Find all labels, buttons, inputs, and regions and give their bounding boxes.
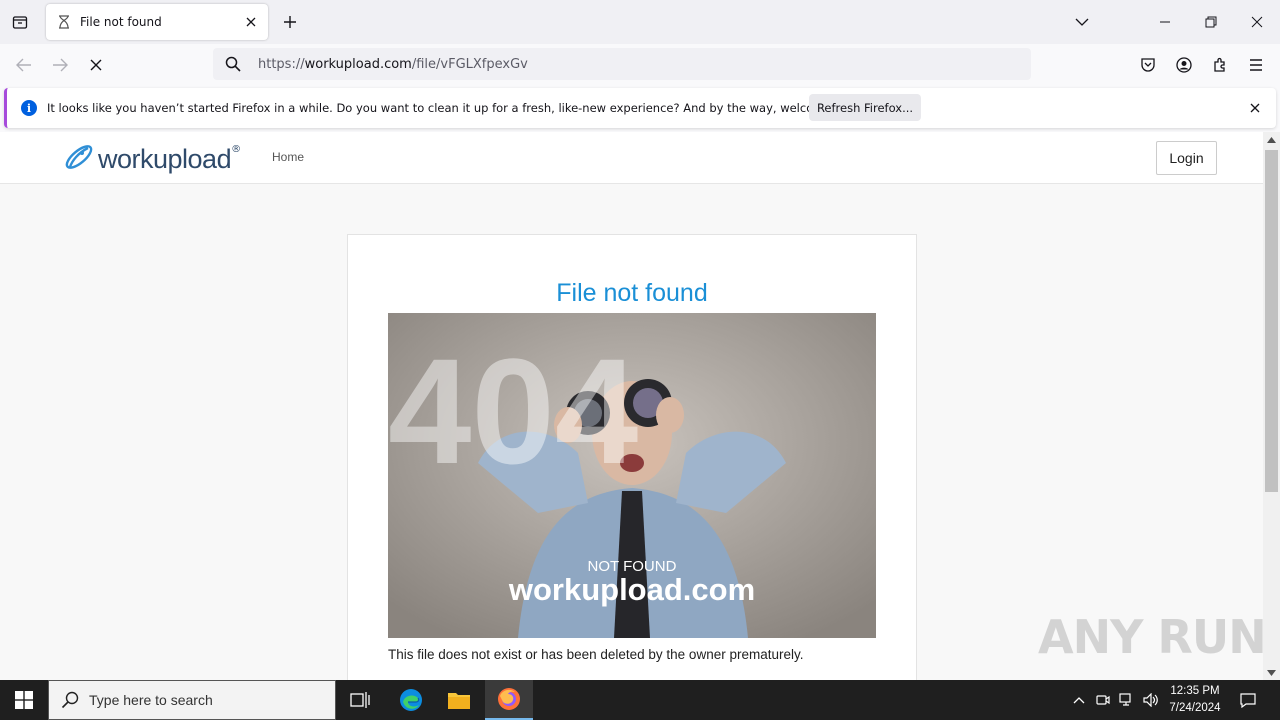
browser-tab-active[interactable]: File not found	[46, 4, 268, 40]
restore-icon[interactable]	[1191, 6, 1231, 38]
browser-tab-bar: File not found	[0, 0, 1280, 44]
close-notification-icon[interactable]	[1246, 99, 1264, 117]
menu-hamburger-icon[interactable]	[1243, 52, 1269, 78]
notification-message: It looks like you haven’t started Firefo…	[47, 101, 868, 115]
image-caption-large: workupload.com	[508, 572, 755, 607]
nav-home-link[interactable]: Home	[272, 150, 304, 164]
workupload-logo[interactable]: workupload ®	[62, 140, 241, 178]
notification-center-icon[interactable]	[1234, 680, 1262, 720]
rocket-logo-icon	[62, 140, 96, 178]
back-arrow-icon[interactable]	[10, 52, 38, 78]
web-page: workupload ® Home Login File not found 4…	[0, 132, 1263, 680]
task-view-icon[interactable]	[336, 680, 384, 720]
image-404-text: 404	[388, 327, 638, 495]
close-window-icon[interactable]	[1237, 6, 1277, 38]
scroll-down-arrow-icon[interactable]	[1266, 667, 1277, 678]
anyrun-watermark: ANY RUN	[1038, 610, 1267, 664]
page-title: File not found	[556, 279, 708, 307]
extensions-icon[interactable]	[1207, 52, 1233, 78]
account-icon[interactable]	[1171, 52, 1197, 78]
refresh-firefox-notification: i It looks like you haven’t started Fire…	[4, 88, 1276, 128]
scroll-up-arrow-icon[interactable]	[1266, 134, 1277, 145]
info-icon: i	[21, 100, 37, 116]
taskbar-clock[interactable]: 12:35 PM 7/24/2024	[1160, 683, 1230, 717]
not-found-image: 404 NOT FOUND workupload.com	[388, 313, 876, 638]
pocket-icon[interactable]	[1135, 52, 1161, 78]
close-tab-icon[interactable]	[240, 11, 262, 33]
clock-date: 7/24/2024	[1169, 702, 1221, 714]
meet-now-icon[interactable]	[1092, 680, 1114, 720]
url-text: https://workupload.com/file/vFGLXfpexGv	[258, 57, 528, 72]
stop-loading-icon[interactable]	[82, 52, 110, 78]
page-scrollbar[interactable]	[1263, 132, 1280, 680]
forward-arrow-icon[interactable]	[46, 52, 74, 78]
url-path: /file/vFGLXfpexGv	[411, 56, 528, 72]
minimize-icon[interactable]	[1145, 6, 1185, 38]
file-not-found-card: File not found 404 NOT FOUND workupload.…	[347, 234, 917, 680]
list-all-tabs-icon[interactable]	[1062, 6, 1102, 38]
file-explorer-icon[interactable]	[435, 680, 483, 720]
network-icon[interactable]	[1116, 680, 1138, 720]
url-prefix: https://	[258, 56, 305, 72]
taskbar-search-box[interactable]: Type here to search	[48, 680, 336, 720]
site-header: workupload ® Home Login	[0, 132, 1263, 184]
tray-chevron-up-icon[interactable]	[1068, 680, 1090, 720]
not-found-description: This file does not exist or has been del…	[388, 647, 804, 662]
refresh-firefox-button[interactable]: Refresh Firefox...	[809, 94, 921, 121]
login-button[interactable]: Login	[1156, 141, 1217, 175]
logo-text: workupload	[98, 143, 232, 174]
volume-icon[interactable]	[1140, 680, 1162, 720]
firefox-taskbar-icon[interactable]	[485, 680, 533, 720]
windows-start-icon[interactable]	[0, 680, 48, 720]
search-icon	[61, 690, 81, 710]
edge-browser-icon[interactable]	[387, 680, 435, 720]
clock-time: 12:35 PM	[1170, 685, 1220, 697]
tab-list-icon[interactable]	[8, 10, 32, 34]
taskbar-search-placeholder: Type here to search	[89, 692, 213, 708]
address-bar[interactable]: https://workupload.com/file/vFGLXfpexGv	[213, 48, 1031, 80]
new-tab-icon[interactable]	[278, 10, 302, 34]
scrollbar-thumb[interactable]	[1265, 150, 1278, 492]
search-icon	[225, 55, 243, 73]
hourglass-icon	[56, 14, 72, 30]
windows-taskbar: Type here to search 12:35 PM 7/24/2024	[0, 680, 1280, 720]
tab-title: File not found	[80, 15, 162, 29]
url-host: workupload.com	[304, 56, 412, 72]
navigation-toolbar: https://workupload.com/file/vFGLXfpexGv	[0, 44, 1280, 86]
logo-registered-mark: ®	[231, 143, 242, 155]
